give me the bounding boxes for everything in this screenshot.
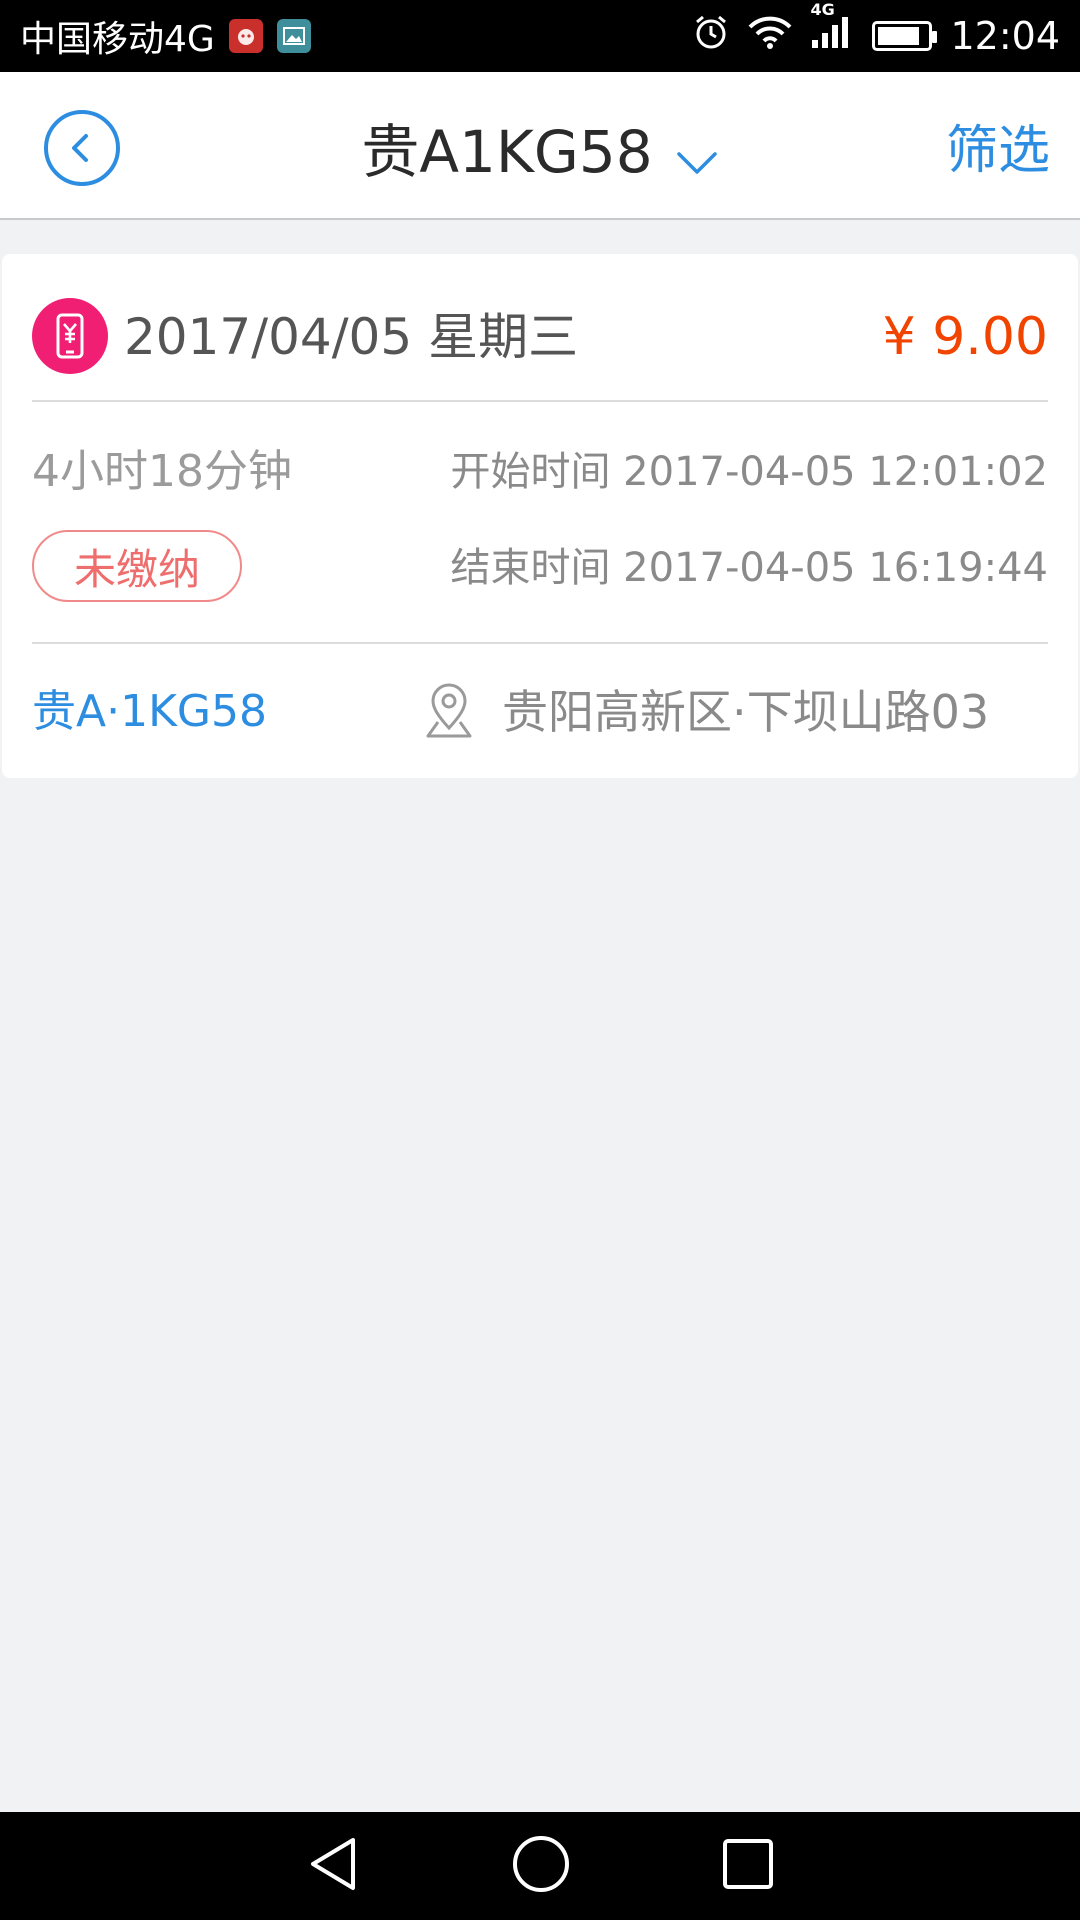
filter-button[interactable]: 筛选 — [946, 116, 1050, 186]
battery-icon — [872, 21, 938, 51]
system-navigation-bar — [0, 1812, 1080, 1920]
network-type-label: 4G — [810, 0, 835, 19]
clock-text: 12:04 — [950, 14, 1060, 58]
parking-duration: 4小时18分钟 — [32, 446, 292, 497]
status-left: 中国移动4G — [20, 10, 311, 62]
carrier-text: 中国移动4G — [20, 19, 215, 60]
parking-location: 贵阳高新区·下坝山路03 — [502, 685, 990, 739]
alarm-icon — [692, 13, 730, 60]
map-pin-icon — [424, 682, 474, 744]
page-title: 贵A1KG58 — [361, 118, 653, 186]
vehicle-selector[interactable]: 贵A1KG58 — [0, 116, 1080, 192]
status-bar: 中国移动4G 4G 12:04 — [0, 0, 1080, 72]
chevron-down-icon — [675, 120, 719, 192]
end-time: 结束时间 2017-04-05 16:19:44 — [450, 545, 1048, 591]
payment-status-badge: 未缴纳 — [32, 530, 242, 602]
app-notification-icon — [228, 19, 263, 53]
triangle-back-icon[interactable] — [305, 1834, 361, 1898]
start-time: 开始时间 2017-04-05 12:01:02 — [450, 449, 1048, 495]
gallery-notification-icon — [276, 19, 311, 53]
phone-yen-icon — [32, 298, 108, 374]
record-card-header: 2017/04/05 星期三 ¥ 9.00 — [32, 254, 1048, 402]
square-recent-icon[interactable] — [721, 1837, 775, 1895]
parking-record-card[interactable]: 2017/04/05 星期三 ¥ 9.00 4小时18分钟 开始时间 2017-… — [2, 254, 1078, 778]
wifi-icon — [748, 14, 792, 58]
license-plate: 贵A·1KG58 — [32, 686, 268, 737]
record-amount: ¥ 9.00 — [882, 307, 1048, 367]
top-app-bar: 贵A1KG58 筛选 — [0, 72, 1080, 220]
cellular-signal-icon: 4G — [810, 0, 854, 59]
record-card-details: 4小时18分钟 开始时间 2017-04-05 12:01:02 未缴纳 结束时… — [32, 404, 1048, 644]
status-right: 4G 12:04 — [692, 0, 1060, 60]
battery-fill — [878, 27, 920, 45]
record-card-footer: 贵A·1KG58 贵阳高新区·下坝山路03 — [32, 646, 1048, 778]
record-date: 2017/04/05 星期三 — [124, 308, 579, 366]
circle-home-icon[interactable] — [511, 1834, 571, 1898]
